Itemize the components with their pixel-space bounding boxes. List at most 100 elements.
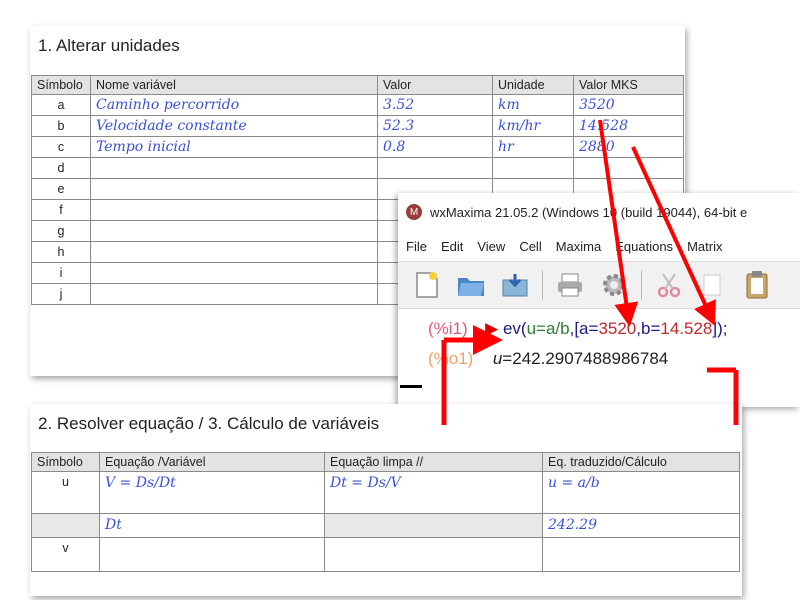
paste-icon[interactable] <box>740 268 774 302</box>
cell-value[interactable]: 3.52 <box>377 94 493 116</box>
input-cell[interactable]: (%i1) ▶ ev(u=a/b,[a=3520,b=14.528]); <box>428 319 727 339</box>
table-row: c Tempo inicial 0.8 hr 2880 <box>31 136 684 158</box>
cell-symbol[interactable] <box>31 513 100 538</box>
menu-file[interactable]: File <box>406 239 427 254</box>
cell-equation[interactable]: Dt <box>99 513 325 538</box>
input-value-b: 14.528 <box>660 319 713 338</box>
cell-symbol[interactable]: f <box>31 199 91 221</box>
table-row: Dt 242.29 <box>31 513 740 538</box>
wxmaxima-titlebar: M wxMaxima 21.05.2 (Windows 10 (build 19… <box>398 193 800 231</box>
wxmaxima-logo-icon: M <box>406 204 422 220</box>
cell-symbol[interactable]: g <box>31 220 91 242</box>
cell-variable-name[interactable] <box>90 283 378 305</box>
open-folder-icon[interactable] <box>454 268 488 302</box>
header-translated-calculation: Eq. traduzido/Cálculo <box>542 452 740 472</box>
header-variable-name: Nome variável <box>90 75 378 95</box>
input-text: ]); <box>712 319 728 338</box>
cell-unit[interactable] <box>492 157 574 179</box>
header-symbol: Símbolo <box>31 75 91 95</box>
wxmaxima-menubar: File Edit View Cell Maxima Equations Mat… <box>398 231 800 261</box>
cell-clean-equation[interactable]: Dt = Ds/V <box>324 471 543 514</box>
cell-calculation[interactable]: 242.29 <box>542 513 740 538</box>
cell-symbol[interactable]: e <box>31 178 91 200</box>
cell-symbol[interactable]: a <box>31 94 91 116</box>
header-unit: Unidade <box>492 75 574 95</box>
input-text: ,b= <box>636 319 661 338</box>
cell-variable-name[interactable]: Tempo inicial <box>90 136 378 158</box>
equations-panel-title: 2. Resolver equação / 3. Cálculo de vari… <box>38 414 380 433</box>
cell-calculation[interactable] <box>542 537 740 572</box>
header-symbol: Símbolo <box>31 452 100 472</box>
menu-equations[interactable]: Equations <box>615 239 673 254</box>
cell-mks-value[interactable]: 3520 <box>573 94 684 116</box>
cell-variable-name[interactable] <box>90 199 378 221</box>
cell-value[interactable]: 0.8 <box>377 136 493 158</box>
menu-edit[interactable]: Edit <box>441 239 463 254</box>
output-value: 242.2907488986784 <box>512 349 669 368</box>
cell-symbol[interactable]: j <box>31 283 91 305</box>
output-variable: u <box>492 349 503 368</box>
menu-view[interactable]: View <box>477 239 505 254</box>
cell-symbol[interactable]: h <box>31 241 91 263</box>
cursor-line <box>400 385 422 388</box>
cell-clean-equation[interactable] <box>324 513 543 538</box>
cell-mks-value[interactable]: 2880 <box>573 136 684 158</box>
cell-symbol[interactable]: u <box>31 471 100 514</box>
input-text: ,[a= <box>569 319 599 338</box>
cell-value[interactable]: 52.3 <box>377 115 493 137</box>
cell-equation[interactable]: V = Ds/Dt <box>99 471 325 514</box>
copy-icon[interactable] <box>696 268 730 302</box>
cell-unit[interactable]: km <box>492 94 574 116</box>
menu-cell[interactable]: Cell <box>519 239 541 254</box>
toolbar-separator <box>542 270 543 300</box>
output-cell: (%o1) u=242.2907488986784 <box>428 349 668 369</box>
wxmaxima-title: wxMaxima 21.05.2 (Windows 10 (build 1904… <box>430 204 748 220</box>
cell-variable-name[interactable] <box>90 241 378 263</box>
units-table-header: Símbolo Nome variável Valor Unidade Valo… <box>31 75 684 95</box>
table-row: b Velocidade constante 52.3 km/hr 14.528 <box>31 115 684 137</box>
toolbar-separator <box>641 270 642 300</box>
cell-unit[interactable]: hr <box>492 136 574 158</box>
cell-clean-equation[interactable] <box>324 537 543 572</box>
header-mks-value: Valor MKS <box>573 75 684 95</box>
cell-variable-name[interactable] <box>90 220 378 242</box>
equations-table-header: Símbolo Equação /Variável Equação limpa … <box>31 452 740 472</box>
table-row: v <box>31 537 740 572</box>
save-icon[interactable] <box>498 268 532 302</box>
header-clean-equation: Equação limpa // <box>324 452 543 472</box>
cell-mks-value[interactable]: 14.528 <box>573 115 684 137</box>
cut-icon[interactable] <box>652 268 686 302</box>
output-equals: = <box>502 349 513 368</box>
print-icon[interactable] <box>553 268 587 302</box>
menu-maxima[interactable]: Maxima <box>556 239 602 254</box>
cell-variable-name[interactable] <box>90 178 378 200</box>
table-row: a Caminho percorrido 3.52 km 3520 <box>31 94 684 116</box>
equations-panel: 2. Resolver equação / 3. Cálculo de vari… <box>30 404 742 596</box>
cell-variable-name[interactable]: Caminho percorrido <box>90 94 378 116</box>
cell-variable-name[interactable] <box>90 157 378 179</box>
settings-icon[interactable] <box>597 268 631 302</box>
cell-variable-name[interactable]: Velocidade constante <box>90 115 378 137</box>
cell-unit[interactable]: km/hr <box>492 115 574 137</box>
menu-matrix[interactable]: Matrix <box>687 239 722 254</box>
cell-symbol[interactable]: c <box>31 136 91 158</box>
table-row: uV = Ds/Dt Dt = Ds/V u = a/b <box>31 471 740 514</box>
cell-symbol[interactable]: b <box>31 115 91 137</box>
units-panel-title: 1. Alterar unidades <box>38 36 180 55</box>
input-equation: u=a/b <box>526 319 570 338</box>
cell-calculation[interactable]: u = a/b <box>542 471 740 514</box>
cell-mks-value[interactable] <box>573 157 684 179</box>
cell-equation[interactable] <box>99 537 325 572</box>
cell-value[interactable] <box>377 157 493 179</box>
new-file-icon[interactable] <box>410 268 444 302</box>
cell-variable-name[interactable] <box>90 262 378 284</box>
header-equation-variable: Equação /Variável <box>99 452 325 472</box>
cell-symbol[interactable]: v <box>31 537 100 572</box>
cell-marker-arrow-icon: ▶ <box>485 319 499 338</box>
input-function: ev( <box>502 319 527 338</box>
cell-symbol[interactable]: d <box>31 157 91 179</box>
input-label: (%i1) <box>428 319 468 338</box>
header-value: Valor <box>377 75 493 95</box>
equations-table: Símbolo Equação /Variável Equação limpa … <box>31 452 740 572</box>
cell-symbol[interactable]: i <box>31 262 91 284</box>
